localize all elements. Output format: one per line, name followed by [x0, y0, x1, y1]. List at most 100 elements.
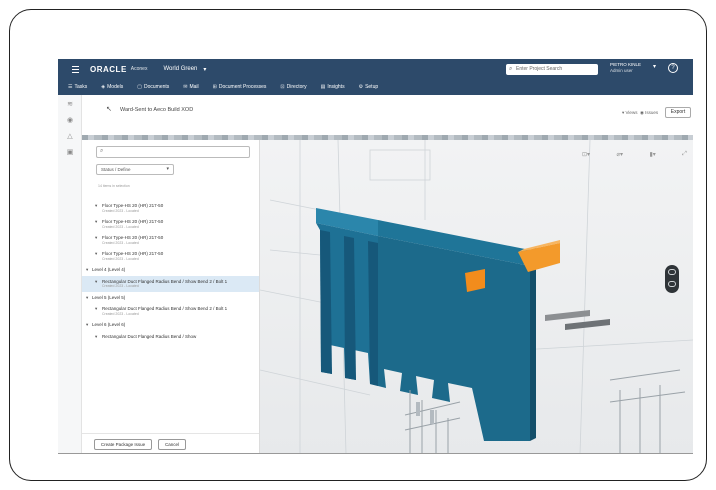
chevron-down-icon[interactable]: ▾	[86, 267, 88, 273]
tree-group[interactable]: ▾ Level 5 (Level 5)	[82, 292, 259, 304]
brand-sub: Aconex	[130, 66, 148, 72]
tree-item[interactable]: ▾ Rectangular Duct Flanged Radius Bend / …	[82, 275, 259, 292]
directory-icon: ⊡	[280, 84, 285, 90]
model-scene	[260, 140, 693, 453]
layers-icon[interactable]: ≋	[66, 101, 74, 109]
pipe-fitting	[430, 410, 434, 424]
nav-mail[interactable]: ✉ Mail	[183, 84, 198, 90]
floor-slab	[565, 319, 610, 330]
nav-documents[interactable]: ▢ Documents	[137, 84, 169, 90]
tree-item-title: Level 4 (Level 4)	[92, 267, 126, 272]
tree-group[interactable]: ▾ Level 4 (Level 4)	[82, 264, 259, 276]
device-frame: ORACLE Aconex World Green ▾ ⌕ Enter Proj…	[9, 9, 707, 481]
project-name[interactable]: World Green	[163, 66, 197, 72]
floor-slab	[545, 310, 590, 321]
tree-item-meta: Created 2023 - Located	[102, 224, 139, 229]
selection-note: 14 items in selection	[98, 184, 130, 188]
tree-item[interactable]: ▾ Rectangular Duct Flanged Radius Bend / …	[82, 331, 259, 343]
wall-side-face	[530, 248, 536, 441]
eye-icon[interactable]: ◉	[66, 117, 74, 125]
tasks-icon: ☰	[68, 84, 73, 90]
views-label: Views	[625, 110, 638, 115]
orbit-icon[interactable]	[668, 269, 676, 275]
nav-label: Insights	[327, 84, 345, 90]
section-icon[interactable]: ⊡▾	[582, 151, 590, 158]
tree-item[interactable]: ▾ Floor Type-HS 20 (HR) 217-50 Created 202…	[82, 232, 259, 248]
wall-front-face	[378, 236, 530, 441]
tree-item[interactable]: ▾ Floor Type-HS 20 (HR) 217-50 Created 202…	[82, 216, 259, 232]
navigation-cube-widget[interactable]	[665, 265, 679, 293]
nav-directory[interactable]: ⊡ Directory	[280, 84, 306, 90]
search-icon: ⌕	[100, 148, 104, 154]
brand-logo: ORACLE	[90, 64, 127, 74]
nav-label: Document Processes	[218, 84, 267, 90]
nav-insights[interactable]: ▤ Insights	[321, 84, 345, 90]
nav-label: Mail	[189, 84, 199, 90]
user-dropdown-icon[interactable]: ▾	[653, 63, 656, 70]
help-icon[interactable]: ?	[668, 63, 678, 73]
chevron-down-icon[interactable]: ▾	[95, 251, 97, 257]
nav-label: Tasks	[74, 84, 88, 90]
tree-item-meta: Created 2023 - Located	[102, 284, 139, 288]
tree-item-meta: Created 2023 - Located	[102, 240, 139, 245]
models-icon: ◈	[101, 84, 106, 90]
tree-item-title: Level 5 (Level 5)	[92, 294, 126, 300]
measure-icon[interactable]: ⌀▾	[616, 151, 623, 158]
project-search-input[interactable]: ⌕ Enter Project Search	[506, 64, 598, 75]
search-placeholder: Enter Project Search	[516, 66, 563, 72]
tree-item-title: Level 6 (Level 6)	[92, 322, 126, 327]
tree-group[interactable]: ▾ Level 6 (Level 6)	[82, 319, 259, 331]
element-tree: ▾ Floor Type-HS 20 (HR) 217-50 Created 202…	[82, 200, 259, 343]
tree-item[interactable]: ▾ Floor Type-HS 20 (HR) 217-50 Created 202…	[82, 200, 259, 216]
nav-label: Setup	[365, 84, 379, 90]
model-title: Ward-Sent to Aeco Build XOD	[120, 107, 194, 113]
chevron-down-icon: ▾	[166, 166, 169, 172]
nav-models[interactable]: ◈ Models	[101, 84, 123, 90]
chevron-down-icon[interactable]: ▾	[95, 235, 97, 241]
status-select[interactable]: Status / Define ▾	[96, 164, 174, 175]
status-select-value: Status / Define	[101, 167, 131, 172]
chevron-down-icon[interactable]: ▾	[95, 306, 97, 312]
nav-document-processes[interactable]: ⊞ Document Processes	[213, 84, 267, 90]
package-icon[interactable]: ▣	[66, 149, 74, 157]
tree-item-title: Rectangular Duct Flanged Radius Bend / S…	[102, 333, 197, 339]
pipe-fitting	[416, 402, 420, 416]
cancel-button[interactable]: Cancel	[158, 439, 186, 450]
export-button[interactable]: Export	[665, 107, 691, 118]
panel-footer: Create Package Issue Cancel	[82, 433, 259, 453]
chevron-down-icon[interactable]: ▾	[86, 295, 88, 301]
left-rail: ≋ ◉ △ ▣	[58, 95, 82, 453]
nav-setup[interactable]: ⚙ Setup	[359, 84, 379, 90]
chevron-down-icon[interactable]: ▾	[95, 334, 97, 340]
nav-label: Documents	[143, 84, 170, 90]
warning-icon[interactable]: △	[66, 133, 74, 141]
mail-icon: ✉	[183, 84, 188, 90]
user-menu[interactable]: PIETRO KINLE Admin user	[610, 62, 650, 76]
fullscreen-icon[interactable]: ⤢	[682, 151, 687, 158]
create-package-button[interactable]: Create Package Issue	[94, 439, 152, 450]
menu-icon[interactable]	[72, 64, 82, 74]
wall-leg	[344, 236, 356, 380]
chevron-down-icon[interactable]: ▾	[95, 219, 97, 225]
chevron-down-icon[interactable]: ▾	[95, 279, 97, 285]
tree-item[interactable]: ▾ Floor Type-HS 20 (HR) 217-50 Created 202…	[82, 248, 259, 264]
nav-tasks[interactable]: ☰ Tasks	[68, 84, 87, 90]
tree-item-meta: Created 2023 - Located	[102, 311, 139, 316]
orange-duct-fitting	[465, 269, 485, 292]
pan-icon[interactable]	[668, 281, 676, 287]
model-viewport[interactable]: ⊡▾ ⌀▾ ▮▾ ⤢	[260, 140, 693, 453]
tree-item[interactable]: ▾ Rectangular Duct Flanged Radius Bend / …	[82, 303, 259, 319]
display-icon[interactable]: ▮▾	[649, 151, 655, 158]
back-arrow-icon[interactable]: ↖	[106, 105, 112, 113]
chevron-down-icon[interactable]: ▾	[95, 203, 97, 209]
panel-search-input[interactable]: ⌕	[96, 146, 250, 158]
documents-icon: ▢	[137, 84, 142, 90]
element-panel: ⌕ Status / Define ▾ 14 items in selectio…	[82, 140, 260, 453]
model-title-bar: ↖ Ward-Sent to Aeco Build XOD ▾ Views ◉ …	[82, 95, 693, 135]
project-dropdown-icon[interactable]: ▾	[203, 66, 206, 73]
chevron-down-icon[interactable]: ▾	[86, 322, 88, 328]
views-issues-links[interactable]: ▾ Views ◉ Issues	[622, 110, 658, 116]
tree-item-meta: Created 2023 - Located	[102, 208, 139, 213]
processes-icon: ⊞	[212, 84, 217, 90]
app-screen: ORACLE Aconex World Green ▾ ⌕ Enter Proj…	[58, 59, 693, 454]
